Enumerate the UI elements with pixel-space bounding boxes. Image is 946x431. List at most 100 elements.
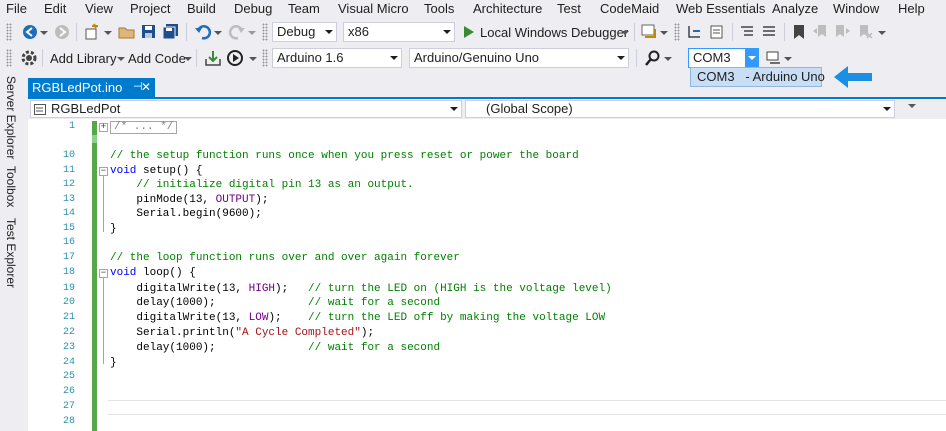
chevron-down-icon[interactable] xyxy=(249,57,257,62)
bookmark-icon[interactable] xyxy=(790,23,808,41)
back-icon[interactable] xyxy=(22,24,38,40)
chevron-down-icon[interactable] xyxy=(664,57,672,62)
menu-project[interactable]: Project xyxy=(130,1,170,17)
start-debugging-button[interactable]: Local Windows Debugger xyxy=(480,25,628,41)
menu-window[interactable]: Window xyxy=(833,1,879,17)
save-icon[interactable] xyxy=(140,23,158,41)
uncomment-lines-icon[interactable] xyxy=(760,23,778,41)
play-icon[interactable] xyxy=(463,26,475,38)
chevron-down-icon xyxy=(390,56,398,60)
line-number: 10 xyxy=(62,150,75,161)
separator xyxy=(186,23,187,41)
code-line: Serial.println("A Cycle Completed"); xyxy=(110,327,374,339)
menu-view[interactable]: View xyxy=(85,1,113,17)
collapse-icon[interactable]: − xyxy=(99,167,108,176)
next-bookmark-icon[interactable] xyxy=(834,23,852,41)
file-icon xyxy=(34,104,46,115)
constant: OUTPUT xyxy=(215,194,256,206)
collapse-icon[interactable]: − xyxy=(99,269,108,278)
menu-codemaid[interactable]: CodeMaid xyxy=(600,1,659,17)
expand-icon[interactable]: + xyxy=(99,123,108,132)
step-over-icon[interactable] xyxy=(708,23,726,41)
menu-web-essentials[interactable]: Web Essentials xyxy=(676,1,765,17)
redo-icon[interactable] xyxy=(228,23,246,41)
chevron-down-icon[interactable] xyxy=(878,31,886,36)
board-select[interactable]: Arduino/Genuino Uno xyxy=(409,48,629,68)
toolbar-grip[interactable] xyxy=(6,23,12,41)
open-folder-icon[interactable] xyxy=(118,23,136,41)
chevron-down-icon[interactable] xyxy=(40,31,48,36)
test-explorer-tab[interactable]: Test Explorer xyxy=(4,218,18,288)
chevron-down-icon xyxy=(450,107,458,111)
connect-icon[interactable] xyxy=(765,49,783,67)
platform-select[interactable]: x86 xyxy=(343,22,455,42)
menu-edit[interactable]: Edit xyxy=(44,1,66,17)
new-project-icon[interactable] xyxy=(84,23,102,41)
search-icon[interactable] xyxy=(644,49,662,67)
code-text: ); xyxy=(275,283,309,295)
save-all-icon[interactable] xyxy=(162,23,180,41)
tab-rgbledpot-ino[interactable]: RGBLedPot.ino ⊣ ✕ xyxy=(28,78,155,98)
forward-icon[interactable] xyxy=(54,24,70,40)
gear-icon[interactable] xyxy=(20,49,38,67)
chevron-down-icon[interactable] xyxy=(621,31,629,36)
chevron-down-icon[interactable] xyxy=(745,49,758,67)
member-scope-select[interactable]: (Global Scope) xyxy=(465,100,895,118)
menu-visual-micro[interactable]: Visual Micro xyxy=(338,1,409,17)
menu-file[interactable]: File xyxy=(6,1,27,17)
toolbar-grip[interactable] xyxy=(262,23,268,41)
chevron-down-icon[interactable] xyxy=(184,57,192,62)
menu-help[interactable]: Help xyxy=(898,1,925,17)
file-scope-value: RGBLedPot xyxy=(51,101,121,116)
upload-icon[interactable] xyxy=(204,49,222,67)
code-line: void setup() { xyxy=(110,165,202,177)
line-number: 25 xyxy=(62,371,75,382)
clear-bookmarks-icon[interactable] xyxy=(856,23,874,41)
menu-tools[interactable]: Tools xyxy=(424,1,454,17)
menu-debug[interactable]: Debug xyxy=(234,1,272,17)
step-into-icon[interactable] xyxy=(686,23,704,41)
solution-config-select[interactable]: Debug xyxy=(272,22,337,42)
code-line: delay(1000); // wait for a second xyxy=(110,342,440,354)
comment: // wait for a second xyxy=(308,297,441,309)
chevron-down-icon[interactable] xyxy=(248,31,256,36)
chevron-down-icon[interactable] xyxy=(784,57,792,62)
menu-analyze[interactable]: Analyze xyxy=(772,1,818,17)
chevron-down-icon xyxy=(883,107,891,111)
browser-link-icon[interactable] xyxy=(640,23,658,41)
outline-guide xyxy=(103,278,104,364)
menu-architecture[interactable]: Architecture xyxy=(473,1,542,17)
separator xyxy=(196,49,197,67)
change-indicator xyxy=(92,121,97,135)
chevron-down-icon[interactable] xyxy=(660,31,668,36)
toolbox-tab[interactable]: Toolbox xyxy=(4,166,18,207)
board-value: Arduino/Genuino Uno xyxy=(414,50,540,65)
line-number: 20 xyxy=(62,297,75,308)
file-scope-select[interactable]: RGBLedPot xyxy=(30,100,462,118)
previous-bookmark-icon[interactable] xyxy=(812,23,830,41)
code-text: delay(1000); xyxy=(110,297,309,309)
chevron-down-icon[interactable] xyxy=(117,57,125,62)
serial-port-option-com3[interactable]: COM3 - Arduino Uno xyxy=(690,67,825,87)
serial-monitor-icon[interactable] xyxy=(226,49,244,67)
chevron-down-icon[interactable] xyxy=(214,31,222,36)
menu-build[interactable]: Build xyxy=(187,1,216,17)
ide-version-select[interactable]: Arduino 1.6 xyxy=(272,48,402,68)
server-explorer-tab[interactable]: Server Explorer xyxy=(4,76,18,159)
collapsed-region[interactable]: /* ... */ xyxy=(110,121,178,134)
separator xyxy=(42,49,43,67)
chevron-down-icon[interactable] xyxy=(104,31,112,36)
comment-lines-icon[interactable] xyxy=(738,23,756,41)
close-icon[interactable]: ✕ xyxy=(141,80,151,94)
toolbar-grip[interactable] xyxy=(674,23,680,41)
keyword: void xyxy=(110,267,137,279)
toolbar-grip[interactable] xyxy=(6,49,12,67)
undo-icon[interactable] xyxy=(194,23,212,41)
menu-test[interactable]: Test xyxy=(557,1,581,17)
add-library-button[interactable]: Add Library xyxy=(50,51,116,67)
add-code-button[interactable]: Add Code xyxy=(128,51,186,67)
menu-team[interactable]: Team xyxy=(288,1,320,17)
serial-port-select[interactable]: COM3 xyxy=(688,48,759,68)
toolbar-grip[interactable] xyxy=(262,49,268,67)
chevron-down-icon[interactable] xyxy=(908,104,916,109)
